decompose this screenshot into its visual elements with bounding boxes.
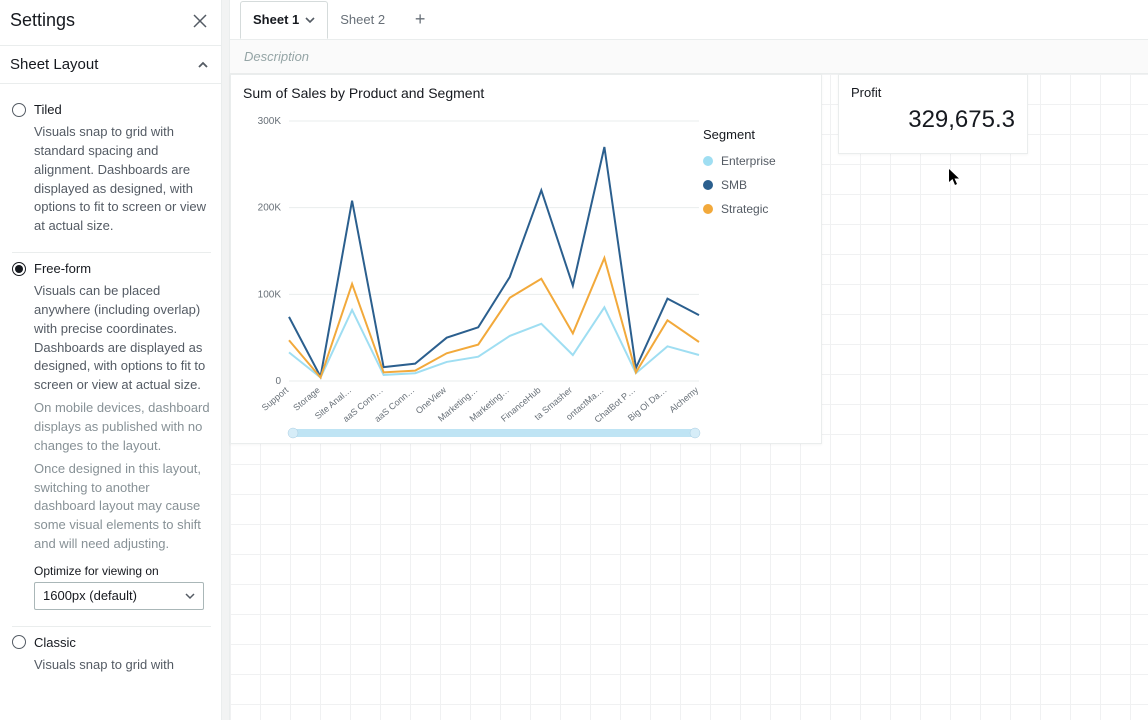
optimize-select[interactable]: 1600px (default) [34, 582, 204, 610]
legend-dot-icon [703, 156, 713, 166]
optimize-label: Optimize for viewing on [34, 564, 211, 578]
optimize-value: 1600px (default) [43, 588, 137, 603]
kpi-visual[interactable]: Profit 329,675.3 [838, 74, 1028, 154]
kpi-title: Profit [851, 85, 1015, 100]
settings-panel: Settings Sheet Layout Tiled Visuals snap… [0, 0, 222, 720]
svg-text:300K: 300K [258, 116, 282, 127]
panel-resize-strip[interactable] [222, 0, 230, 720]
option-note1-freeform: On mobile devices, dashboard displays as… [12, 399, 211, 456]
legend-label: Enterprise [721, 154, 776, 168]
option-desc-classic: Visuals snap to grid with [12, 656, 211, 675]
settings-header: Settings [0, 0, 221, 45]
line-chart: 0100K200K300KSupportStorageSite Anal…aaS… [239, 111, 709, 441]
option-label-tiled: Tiled [34, 102, 62, 117]
layout-option-tiled[interactable]: Tiled Visuals snap to grid with standard… [12, 94, 211, 253]
option-desc-tiled: Visuals snap to grid with standard spaci… [12, 123, 211, 236]
sheet-tab-bar: Sheet 1 Sheet 2 + [230, 0, 1148, 40]
chevron-down-icon[interactable] [305, 15, 315, 25]
layout-option-classic[interactable]: Classic Visuals snap to grid with [12, 627, 211, 691]
radio-freeform[interactable] [12, 262, 26, 276]
sheet-tab-2[interactable]: Sheet 2 [328, 1, 397, 39]
legend-title: Segment [703, 127, 803, 142]
dashboard-canvas[interactable]: Sum of Sales by Product and Segment 0 100… [230, 74, 1148, 720]
svg-text:Support: Support [260, 385, 291, 413]
description-placeholder: Description [244, 49, 309, 64]
kpi-value: 329,675.3 [851, 106, 1015, 134]
option-desc-freeform: Visuals can be placed anywhere (includin… [12, 282, 211, 395]
radio-classic[interactable] [12, 635, 26, 649]
close-icon[interactable] [193, 14, 207, 28]
section-header-sheet-layout[interactable]: Sheet Layout [0, 45, 221, 84]
option-note2-freeform: Once designed in this layout, switching … [12, 460, 211, 554]
legend-item[interactable]: Strategic [703, 202, 803, 216]
legend-dot-icon [703, 180, 713, 190]
chart-legend: Segment Enterprise SMB Strategic [703, 127, 803, 226]
chevron-up-icon [197, 59, 209, 71]
layout-option-freeform[interactable]: Free-form Visuals can be placed anywhere… [12, 253, 211, 627]
legend-item[interactable]: Enterprise [703, 154, 803, 168]
chart-title: Sum of Sales by Product and Segment [231, 75, 821, 105]
sheet-tab-1[interactable]: Sheet 1 [240, 1, 328, 39]
sheet-tab-1-label: Sheet 1 [253, 12, 299, 27]
main-area: Sheet 1 Sheet 2 + Description Sum of Sal… [230, 0, 1148, 720]
settings-title: Settings [10, 10, 75, 31]
legend-label: SMB [721, 178, 747, 192]
section-body: Tiled Visuals snap to grid with standard… [0, 84, 221, 720]
legend-item[interactable]: SMB [703, 178, 803, 192]
option-label-freeform: Free-form [34, 261, 91, 276]
legend-label: Strategic [721, 202, 768, 216]
svg-text:0: 0 [275, 376, 281, 387]
radio-tiled[interactable] [12, 103, 26, 117]
svg-text:100K: 100K [258, 289, 282, 300]
svg-text:200K: 200K [258, 203, 282, 214]
caret-down-icon [185, 591, 195, 601]
add-sheet-button[interactable]: + [409, 9, 431, 30]
legend-dot-icon [703, 204, 713, 214]
description-bar[interactable]: Description [230, 40, 1148, 74]
mouse-cursor-icon [948, 168, 962, 186]
section-title: Sheet Layout [10, 56, 98, 73]
sheet-tab-2-label: Sheet 2 [340, 12, 385, 27]
option-label-classic: Classic [34, 635, 76, 650]
chart-visual[interactable]: Sum of Sales by Product and Segment 0 100… [230, 74, 822, 444]
svg-text:Alchemy: Alchemy [667, 385, 700, 415]
